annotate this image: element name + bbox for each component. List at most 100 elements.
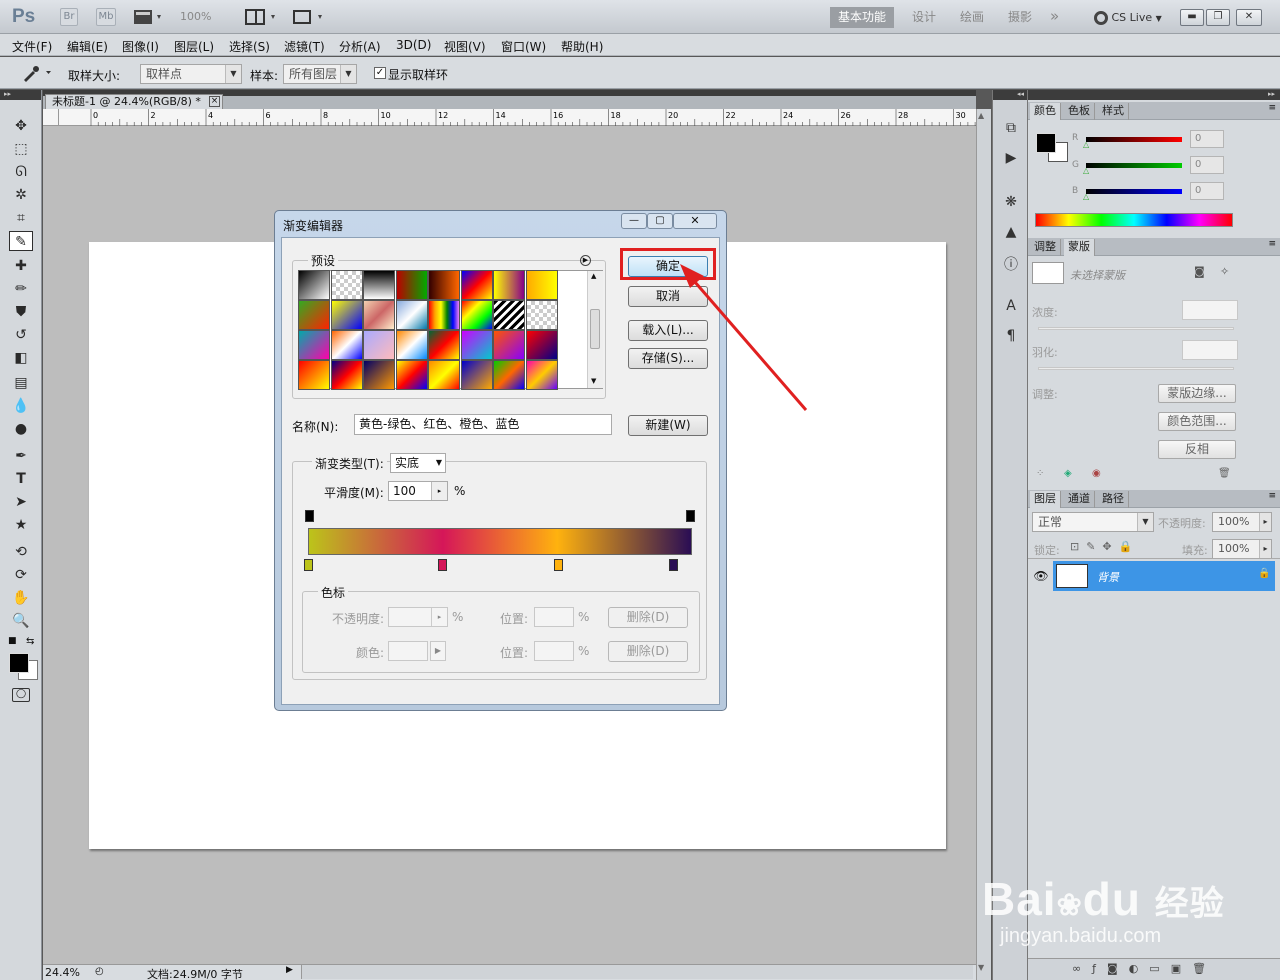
quick-mask-icon[interactable]: ◯ [12, 688, 30, 702]
3d-rotate-tool-icon[interactable]: ⟲ [9, 542, 33, 562]
gradient-preset-swatch[interactable] [428, 300, 460, 330]
density-field[interactable] [1182, 300, 1238, 320]
horizontal-scrollbar[interactable] [301, 965, 973, 979]
screen-mode-dropdown[interactable] [292, 9, 326, 25]
workspace-essentials[interactable]: 基本功能 [830, 7, 895, 28]
blend-mode-select[interactable]: 正常 ▼ [1032, 512, 1154, 532]
workspace-design[interactable]: 设计 [904, 7, 944, 28]
eye-icon[interactable]: 👁 [1030, 561, 1052, 591]
tab-masks[interactable]: 蒙版 [1064, 239, 1095, 256]
feather-field[interactable] [1182, 340, 1238, 360]
gradient-preset-swatch[interactable] [493, 330, 525, 360]
close-window-button[interactable]: ✕ [1236, 9, 1262, 26]
dodge-tool-icon[interactable]: ● [9, 419, 33, 439]
healing-brush-tool-icon[interactable]: ✚ [9, 256, 33, 276]
scroll-thumb[interactable] [590, 309, 600, 349]
scroll-up-icon[interactable]: ▲ [591, 272, 596, 280]
panel-menu-icon[interactable]: ≡ [1268, 491, 1276, 501]
path-selection-tool-icon[interactable]: ➤ [9, 492, 33, 512]
tab-swatches[interactable]: 色板 [1064, 103, 1095, 120]
gradient-preset-swatch[interactable] [330, 360, 363, 390]
delete-mask-icon[interactable]: 🗑 [1218, 468, 1231, 479]
lasso-tool-icon[interactable]: ᘏ [9, 162, 33, 182]
menu-analysis[interactable]: 分析(A) [339, 38, 381, 55]
status-arrow-icon[interactable]: ▶ [286, 965, 298, 979]
layer-action-icons[interactable]: ∞ƒ◙◐▭▣🗑 [1072, 962, 1217, 975]
history-brush-tool-icon[interactable]: ↺ [9, 325, 33, 345]
tool-preset-picker[interactable] [20, 63, 56, 83]
disable-mask-icon[interactable]: ◉ [1092, 468, 1101, 479]
opacity-stop-left[interactable] [305, 510, 314, 522]
gradient-preset-swatch[interactable] [395, 300, 428, 330]
info-panel-icon[interactable]: ⓘ [1001, 254, 1021, 273]
clone-stamp-tool-icon[interactable]: ⛊ [9, 302, 33, 322]
load-selection-icon[interactable]: ⁘ [1036, 468, 1044, 479]
color-stop[interactable] [438, 559, 448, 571]
history-panel-icon[interactable]: ⧉ [1001, 120, 1021, 138]
gradient-preset-swatch[interactable] [525, 270, 558, 300]
color-stop[interactable] [668, 559, 678, 571]
vector-mask-icon[interactable]: ✧ [1220, 265, 1229, 278]
gradient-preset-swatch[interactable] [363, 330, 395, 360]
tab-styles[interactable]: 样式 [1098, 103, 1129, 120]
close-icon[interactable]: × [209, 96, 220, 107]
gradient-preset-swatch[interactable] [395, 270, 428, 300]
gradient-preset-swatch[interactable] [493, 360, 525, 390]
gradient-preset-swatch[interactable] [525, 360, 558, 390]
histogram-panel-icon[interactable]: ▲ [1001, 224, 1021, 242]
gradient-preset-swatch[interactable] [428, 270, 460, 300]
dialog-close-button[interactable]: ✕ [673, 213, 717, 229]
presets-menu-icon[interactable]: ▶ [580, 255, 591, 266]
gradient-preset-swatch[interactable] [493, 300, 525, 330]
gradient-type-select[interactable]: 实底 ▼ [390, 453, 446, 473]
zoom-field[interactable]: 24.4% [45, 966, 89, 979]
collapse-panels-icon[interactable]: ▸▸ [1028, 90, 1280, 100]
gradient-preset-swatch[interactable] [298, 300, 330, 330]
red-value-field[interactable]: 0 [1190, 130, 1224, 148]
stop-opacity-field[interactable]: ▸ [388, 607, 448, 627]
menu-select[interactable]: 选择(S) [229, 38, 270, 55]
marquee-tool-icon[interactable]: ⬚ [9, 139, 33, 159]
eraser-tool-icon[interactable]: ◧ [9, 348, 33, 368]
document-tab[interactable]: 未标题-1 @ 24.4%(RGB/8) * × [45, 94, 223, 109]
character-panel-icon[interactable]: A [1001, 298, 1021, 316]
color-stop[interactable] [304, 559, 313, 571]
restore-window-button[interactable]: ❐ [1206, 9, 1230, 26]
status-menu-icon[interactable]: ◴ [95, 966, 104, 977]
gradient-preset-swatch[interactable] [330, 270, 363, 300]
blur-tool-icon[interactable]: 💧 [9, 396, 33, 416]
panel-menu-icon[interactable]: ≡ [1268, 103, 1276, 113]
gradient-preset-swatch[interactable] [298, 270, 330, 300]
gradient-preset-swatch[interactable] [395, 330, 428, 360]
gradient-preset-swatch[interactable] [525, 330, 558, 360]
gradient-preview-bar[interactable] [308, 528, 692, 555]
foreground-color-box[interactable] [1036, 133, 1056, 153]
dialog-maximize-button[interactable]: ▢ [647, 213, 673, 229]
sample-select[interactable]: 所有图层 ▼ [283, 64, 357, 84]
fill-field[interactable]: 100% ▸ [1212, 539, 1272, 559]
color-range-button[interactable]: 颜色范围... [1158, 412, 1236, 431]
gradient-preset-swatch[interactable] [460, 360, 493, 390]
eyedropper-tool-icon[interactable]: ✎ [9, 231, 33, 251]
scroll-down-icon[interactable]: ▼ [978, 963, 984, 972]
crop-tool-icon[interactable]: ⌗ [9, 208, 33, 228]
stop-color-swatch[interactable] [388, 641, 428, 661]
pen-tool-icon[interactable]: ✒ [9, 446, 33, 466]
more-workspaces-button[interactable]: » [1042, 7, 1067, 28]
gradient-preset-swatch[interactable] [395, 360, 428, 390]
gradient-preset-swatch[interactable] [363, 300, 395, 330]
gradient-preset-swatch[interactable] [428, 330, 460, 360]
gradient-preset-swatch[interactable] [298, 330, 330, 360]
apply-mask-icon[interactable]: ◈ [1064, 468, 1072, 479]
show-sampling-ring-checkbox[interactable]: ✓ [374, 67, 386, 79]
menu-view[interactable]: 视图(V) [444, 38, 486, 55]
gradient-name-input[interactable]: 黄色-绿色、红色、橙色、蓝色 [354, 414, 612, 435]
arrange-documents-dropdown[interactable] [245, 9, 279, 25]
blue-value-field[interactable]: 0 [1190, 182, 1224, 200]
gradient-preset-swatch[interactable] [460, 330, 493, 360]
gradient-tool-icon[interactable]: ▤ [9, 373, 33, 393]
minimize-window-button[interactable]: ▬ [1180, 9, 1204, 26]
ruler-origin[interactable] [43, 109, 59, 126]
delete-color-stop-button[interactable]: 删除(D) [608, 641, 688, 662]
green-slider[interactable] [1086, 163, 1182, 168]
